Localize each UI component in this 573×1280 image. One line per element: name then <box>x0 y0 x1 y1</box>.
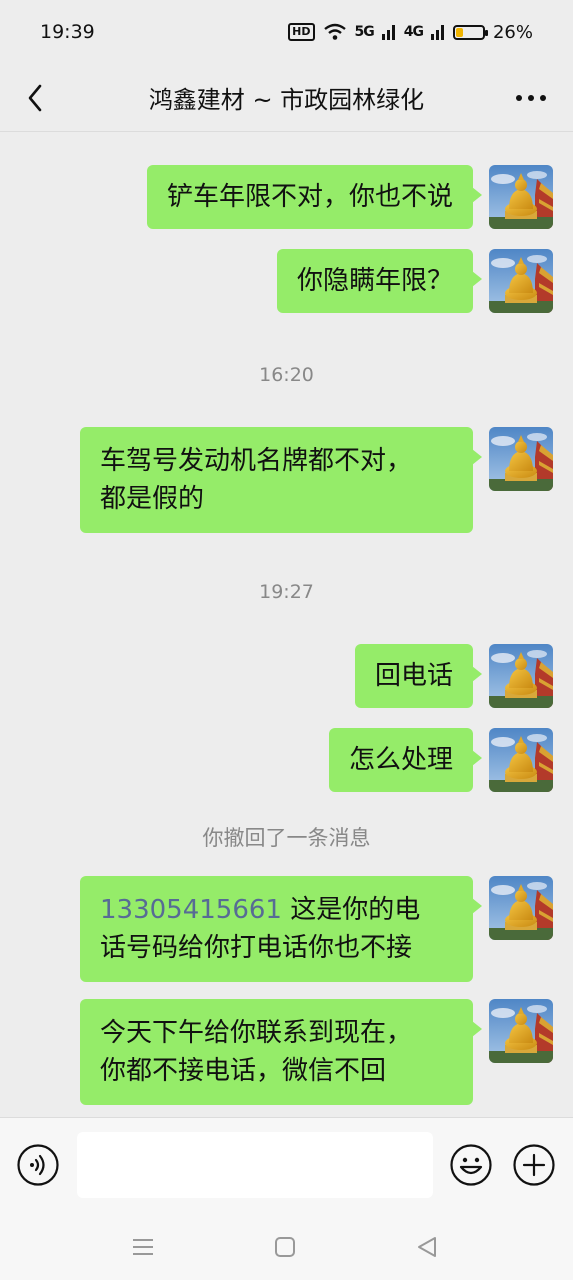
buddha-avatar-image <box>489 876 553 940</box>
triangle-back-icon <box>418 1237 436 1257</box>
message-input[interactable] <box>77 1132 433 1198</box>
buddha-avatar-image <box>489 728 553 792</box>
signal-4g-icon: 4G <box>403 24 424 40</box>
message-text-line: 话号码给你打电话你也不接 <box>100 933 413 963</box>
message-text-line: 车驾号发动机名牌都不对， <box>100 446 413 476</box>
more-functions-button[interactable] <box>513 1144 555 1186</box>
more-dots-icon <box>516 95 546 101</box>
avatar[interactable] <box>489 165 553 229</box>
buddha-avatar-image <box>489 249 553 313</box>
message-text: 铲车年限不对，你也不说 <box>166 182 453 212</box>
message-text-line: 你都不接电话，微信不回 <box>100 1056 387 1086</box>
voice-icon <box>17 1144 59 1186</box>
signal-bars-icon <box>381 25 395 40</box>
message-row: 车驾号发动机名牌都不对， 都是假的 <box>80 427 553 533</box>
battery-icon <box>452 24 488 40</box>
message-text-line: 都是假的 <box>100 484 205 514</box>
message-row: 今天下午给你联系到现在， 你都不接电话，微信不回 <box>80 999 553 1105</box>
nav-back-button[interactable] <box>412 1232 442 1262</box>
phone-number-link[interactable]: 13305415661 <box>100 895 282 925</box>
message-text-line: 今天下午给你联系到现在， <box>100 1018 413 1048</box>
menu-icon <box>133 1239 153 1255</box>
system-notice: 你撤回了一条消息 <box>202 826 371 850</box>
voice-button[interactable] <box>17 1144 59 1186</box>
signal-5g-icon: 5G <box>354 24 375 40</box>
message-bubble[interactable]: 13305415661 这是你的电 话号码给你打电话你也不接 <box>80 876 482 982</box>
avatar[interactable] <box>489 999 553 1063</box>
chevron-left-icon <box>28 84 42 112</box>
input-bar <box>0 1117 573 1216</box>
emoji-button[interactable] <box>450 1144 492 1186</box>
message-list[interactable]: 铲车年限不对，你也不说 你隐瞒年限？ 16:20 车驾号发动机名牌都不对， 都是… <box>0 132 573 1117</box>
message-row: 铲车年限不对，你也不说 <box>146 165 553 229</box>
message-bubble[interactable]: 今天下午给你联系到现在， 你都不接电话，微信不回 <box>80 999 482 1105</box>
message-bubble[interactable]: 怎么处理 <box>328 728 483 792</box>
message-bubble[interactable]: 回电话 <box>354 644 483 708</box>
battery-percent: 26% <box>492 21 533 43</box>
message-row: 13305415661 这是你的电 话号码给你打电话你也不接 <box>80 876 553 982</box>
home-icon <box>275 1237 295 1257</box>
more-button[interactable] <box>511 78 551 118</box>
avatar[interactable] <box>489 728 553 792</box>
message-row: 你隐瞒年限？ <box>276 249 553 313</box>
menu-button[interactable] <box>128 1232 158 1262</box>
message-bubble[interactable]: 车驾号发动机名牌都不对， 都是假的 <box>80 427 482 533</box>
message-text: 你隐瞒年限？ <box>296 266 453 296</box>
message-text: 这是你的电 <box>281 895 421 925</box>
plus-icon <box>513 1144 555 1186</box>
message-text: 怎么处理 <box>348 745 453 775</box>
back-button[interactable] <box>22 78 62 118</box>
signal-bars-icon-2 <box>430 25 444 40</box>
timestamp: 16:20 <box>259 364 314 386</box>
message-row: 怎么处理 <box>328 728 553 792</box>
wifi-icon <box>323 23 346 40</box>
emoji-icon <box>450 1144 492 1186</box>
buddha-avatar-image <box>489 427 553 491</box>
message-bubble[interactable]: 你隐瞒年限？ <box>276 249 483 313</box>
avatar[interactable] <box>489 644 553 708</box>
hd-icon: HD <box>288 23 315 41</box>
message-text: 回电话 <box>374 661 453 691</box>
system-navigation-bar <box>0 1216 573 1280</box>
timestamp: 19:27 <box>259 581 314 603</box>
message-bubble[interactable]: 铲车年限不对，你也不说 <box>146 165 483 229</box>
avatar[interactable] <box>489 249 553 313</box>
avatar[interactable] <box>489 427 553 491</box>
message-text-line: 13305415661 这是你的电 <box>100 891 453 929</box>
home-button[interactable] <box>270 1232 300 1262</box>
status-icons: HD 5G 4G 26% <box>288 22 533 43</box>
avatar[interactable] <box>489 876 553 940</box>
buddha-avatar-image <box>489 165 553 229</box>
status-bar: 19:39 HD 5G 4G 26% <box>0 0 573 64</box>
chat-header: 鸿鑫建材 ~ 市政园林绿化 <box>0 64 573 132</box>
message-row: 回电话 <box>354 644 553 708</box>
battery-fill <box>455 27 463 37</box>
buddha-avatar-image <box>489 999 553 1063</box>
status-time: 19:39 <box>40 21 95 43</box>
buddha-avatar-image <box>489 644 553 708</box>
chat-title: 鸿鑫建材 ~ 市政园林绿化 <box>148 86 425 114</box>
